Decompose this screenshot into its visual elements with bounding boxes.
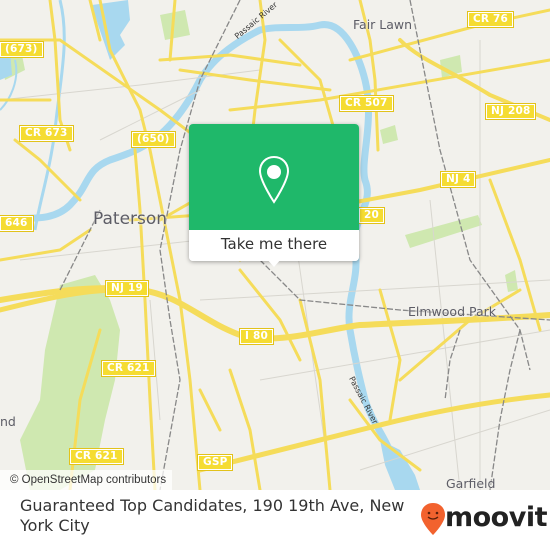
- road-shield-cr-621-b: CR 621: [69, 448, 124, 465]
- location-address: Guaranteed Top Candidates, 190 19th Ave,…: [20, 496, 405, 535]
- park-small-6: [505, 270, 518, 292]
- moovit-smiley-pin-icon: [421, 503, 445, 535]
- road-shield-nj-4: NJ 4: [439, 171, 477, 188]
- place-label-partial: nd: [0, 414, 16, 429]
- road-shield-673-paren: (673): [0, 41, 44, 58]
- road-shield-650: (650): [131, 131, 176, 148]
- place-label-fair-lawn: Fair Lawn: [353, 17, 413, 32]
- popup-header: [189, 124, 359, 230]
- footer-bar: Guaranteed Top Candidates, 190 19th Ave,…: [0, 490, 550, 550]
- road-shield-646: 646: [0, 215, 34, 232]
- map-attribution[interactable]: © OpenStreetMap contributors: [0, 470, 173, 490]
- place-label-garfield: Garfield: [446, 476, 496, 491]
- road-shield-cr-507: CR 507: [339, 95, 394, 112]
- location-popup: Take me there: [189, 124, 359, 261]
- rail-line-east: [489, 329, 521, 490]
- map-view[interactable]: Paterson Fair Lawn Elmwood Park Garfield…: [0, 0, 550, 490]
- place-label-paterson: Paterson: [93, 209, 168, 229]
- moovit-wordmark: moovit: [445, 502, 548, 533]
- place-label-elmwood-park: Elmwood Park: [408, 304, 496, 319]
- road-shield-i-80: I 80: [239, 328, 274, 345]
- road-shield-cr-621-a: CR 621: [101, 360, 156, 377]
- popup-pointer: [266, 258, 282, 267]
- road-shield-20: 20: [357, 207, 386, 224]
- map-pin-icon: [258, 155, 290, 204]
- road-shield-cr-673: CR 673: [19, 125, 74, 142]
- road-shield-gsp: GSP: [196, 454, 234, 471]
- road-shield-nj-19: NJ 19: [105, 280, 149, 297]
- take-me-there-button[interactable]: Take me there: [189, 230, 359, 261]
- park-small-1: [405, 215, 482, 248]
- road-shield-cr-76: CR 76: [466, 11, 515, 28]
- park-small-5: [380, 125, 398, 144]
- road-shield-nj-208: NJ 208: [484, 103, 537, 120]
